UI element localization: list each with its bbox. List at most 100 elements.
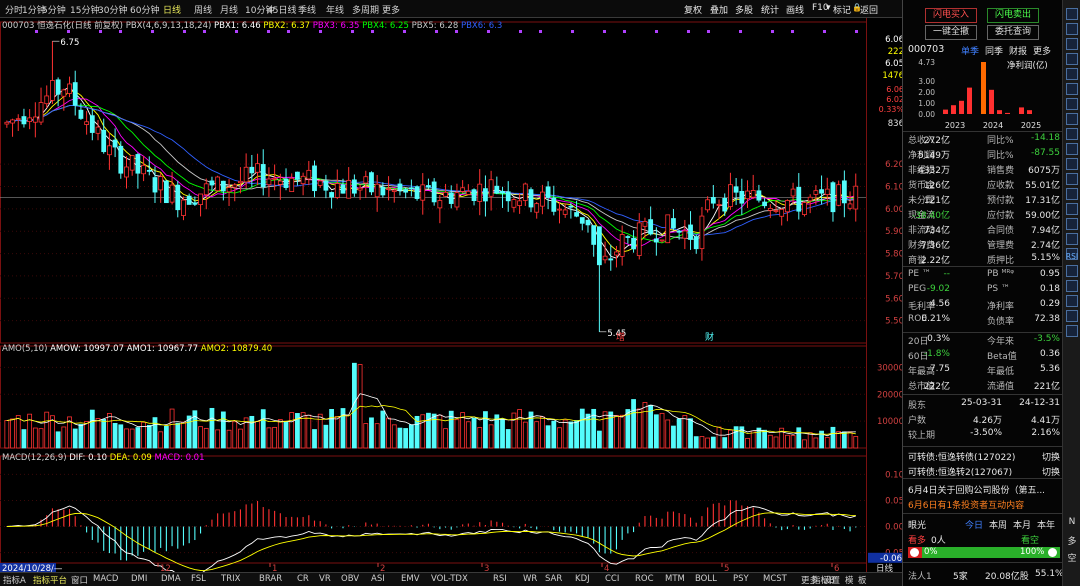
candlestick[interactable]	[802, 201, 807, 217]
candlestick[interactable]	[181, 196, 186, 221]
candlestick[interactable]	[756, 184, 762, 203]
candlestick[interactable]	[169, 171, 175, 205]
candlestick[interactable]	[403, 187, 409, 199]
candlestick[interactable]	[454, 183, 460, 211]
wave-icon[interactable]	[1066, 203, 1078, 215]
period-tab[interactable]: 15分钟	[70, 3, 99, 16]
toolbar-button[interactable]: 画线	[786, 3, 804, 16]
candlestick[interactable]	[642, 217, 648, 238]
indicator-tab[interactable]: RSI	[493, 574, 507, 584]
candlestick[interactable]	[129, 155, 135, 176]
candlestick[interactable]	[329, 191, 334, 209]
candlestick[interactable]	[796, 173, 802, 220]
report-icon[interactable]	[1066, 295, 1078, 307]
pie-icon[interactable]	[1066, 218, 1078, 230]
indicator-tab[interactable]: ASI	[371, 574, 385, 584]
bond-row[interactable]: 可转债:恒逸转2(127067) 切换	[908, 465, 1060, 478]
candlestick[interactable]	[72, 70, 78, 116]
candlestick[interactable]	[471, 188, 477, 206]
candlestick[interactable]	[289, 173, 295, 193]
side-label[interactable]: 多	[1065, 534, 1079, 547]
candlestick[interactable]	[448, 185, 454, 209]
candlestick[interactable]	[648, 206, 654, 236]
indicator-tab[interactable]: MACD	[93, 574, 118, 584]
candlestick[interactable]	[249, 154, 255, 188]
sentiment-tab[interactable]: 本周	[989, 518, 1007, 531]
candlestick[interactable]	[232, 182, 238, 202]
candlestick[interactable]	[705, 196, 711, 213]
period-tab[interactable]: 日线	[163, 3, 181, 16]
candlestick[interactable]	[346, 167, 352, 199]
candlestick[interactable]	[260, 149, 266, 196]
candlestick[interactable]	[408, 179, 414, 197]
indicator-tab[interactable]: SAR	[545, 574, 562, 584]
candlestick[interactable]	[465, 184, 471, 195]
candlestick[interactable]	[198, 193, 203, 217]
chart-icon[interactable]	[1066, 38, 1078, 50]
sentiment-tab[interactable]: 本年	[1037, 518, 1055, 531]
candlestick[interactable]	[745, 180, 750, 208]
candlestick[interactable]	[15, 114, 21, 131]
candlestick[interactable]	[477, 169, 483, 216]
side-label[interactable]: RSI	[1065, 252, 1079, 261]
indicator-tab-right[interactable]: 模	[845, 574, 854, 586]
candlestick[interactable]	[135, 153, 141, 189]
candlestick[interactable]	[124, 156, 129, 189]
candlestick[interactable]	[534, 202, 540, 219]
candlestick[interactable]	[591, 225, 597, 257]
candlestick[interactable]	[317, 179, 323, 188]
candlestick[interactable]	[266, 167, 272, 197]
candlestick[interactable]	[374, 175, 380, 212]
indicator-tab[interactable]: 指标A	[3, 574, 26, 586]
news-icon[interactable]	[1066, 188, 1078, 200]
line-icon[interactable]	[1066, 68, 1078, 80]
bond-name[interactable]: 可转债:恒逸转债(127022)	[908, 450, 1015, 463]
candlestick[interactable]	[682, 219, 688, 250]
candlestick[interactable]	[505, 181, 511, 212]
period-tab[interactable]: 多周期	[352, 3, 379, 16]
candlestick[interactable]	[112, 128, 118, 158]
indicator-tab[interactable]: BRAR	[259, 574, 282, 584]
candlestick[interactable]	[158, 172, 164, 203]
candlestick[interactable]	[836, 180, 842, 207]
candlestick[interactable]	[671, 208, 676, 230]
bond-name[interactable]: 可转债:恒逸转2(127067)	[908, 465, 1012, 478]
indicator-tab[interactable]: CR	[297, 574, 309, 584]
news-item-2[interactable]: 6月6日有1条投资者互动内容	[908, 498, 1024, 511]
candlestick[interactable]	[255, 153, 260, 186]
candlestick[interactable]	[175, 180, 181, 218]
candlestick[interactable]	[540, 184, 545, 215]
toolbar-button[interactable]: 标记	[833, 3, 851, 16]
toolbar-button[interactable]: 返回	[860, 3, 878, 16]
candlestick[interactable]	[545, 181, 551, 210]
kline-svg[interactable]: 6.20 6.10 6.00 5.90 5.80 5.70 5.60 5.50 6.06 222 6…	[0, 18, 904, 577]
flash-buy-button[interactable]: 闪电买入	[925, 8, 977, 23]
flash-sell-button[interactable]: 闪电卖出	[987, 8, 1039, 23]
candlestick[interactable]	[693, 234, 699, 254]
indicator-tab[interactable]: DMI	[131, 574, 147, 584]
indicator-tab-right[interactable]: 指标B	[812, 574, 835, 586]
period-tab[interactable]: 60分钟	[130, 3, 159, 16]
candlestick[interactable]	[722, 193, 728, 216]
indicator-tab[interactable]: MCST	[763, 574, 787, 584]
indicator-tab[interactable]: WR	[523, 574, 537, 584]
candlestick[interactable]	[238, 167, 243, 194]
calc-icon[interactable]	[1066, 280, 1078, 292]
pin-icon[interactable]	[1066, 310, 1078, 322]
bond-row[interactable]: 可转债:恒逸转债(127022) 切换	[908, 450, 1060, 463]
bar-icon[interactable]	[1066, 53, 1078, 65]
event-marker[interactable]: 财	[705, 331, 714, 343]
indicator-tab[interactable]: CCI	[605, 574, 619, 584]
candlestick[interactable]	[608, 244, 614, 271]
candlestick[interactable]	[551, 185, 557, 216]
alert-icon[interactable]	[1066, 143, 1078, 155]
zoom-icon[interactable]	[1066, 233, 1078, 245]
switch-link[interactable]: 切换	[1042, 465, 1060, 478]
candlestick[interactable]	[414, 185, 420, 201]
compare-icon[interactable]	[1066, 98, 1078, 110]
candlestick[interactable]	[779, 207, 785, 226]
trend-icon[interactable]	[1066, 113, 1078, 125]
candlestick[interactable]	[762, 198, 767, 209]
indicator-tab[interactable]: FSL	[191, 574, 206, 584]
candlestick[interactable]	[557, 201, 562, 224]
